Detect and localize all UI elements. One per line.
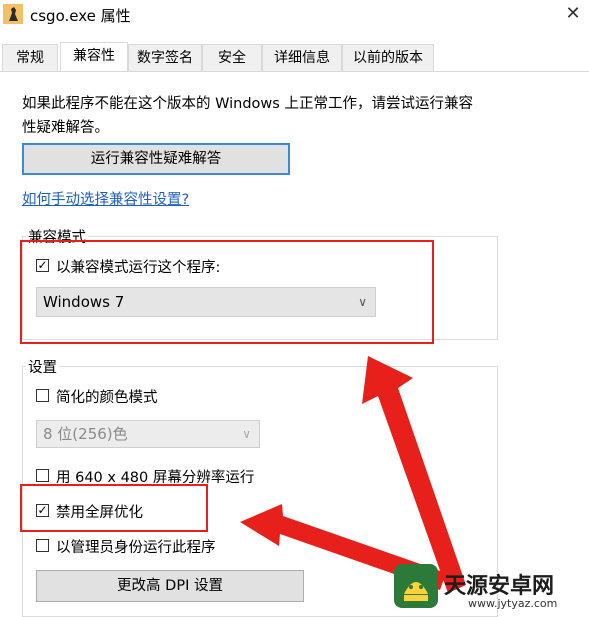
watermark: 天源安卓网 www.jytyaz.com xyxy=(388,560,588,615)
watermark-url: www.jytyaz.com xyxy=(468,597,558,610)
android-logo-icon xyxy=(394,564,438,608)
watermark-name: 天源安卓网 xyxy=(444,574,555,599)
annotation-arrows xyxy=(240,356,466,593)
